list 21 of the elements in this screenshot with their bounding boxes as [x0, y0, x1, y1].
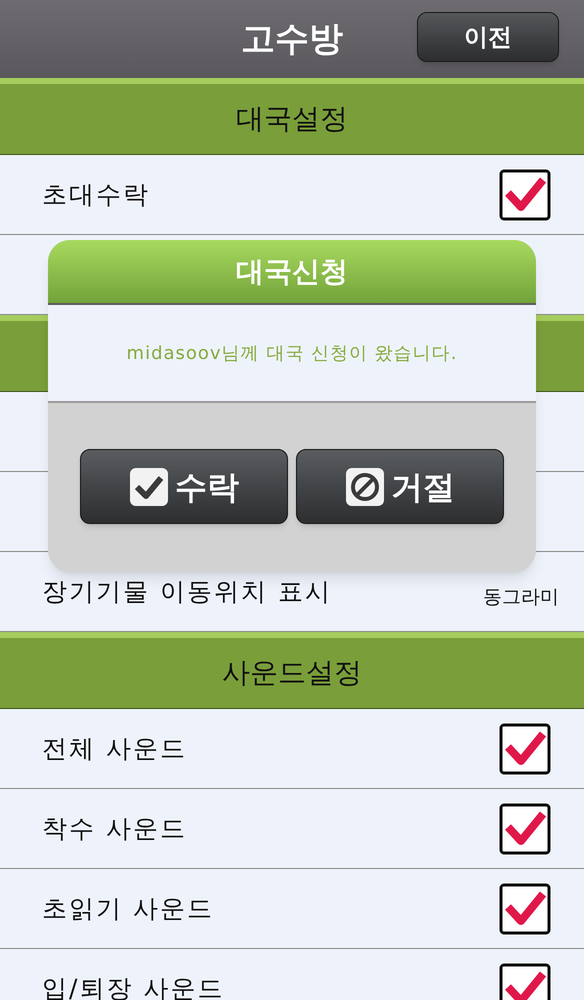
check-icon	[129, 466, 169, 506]
setting-label: 장기기물 이동위치 표시	[42, 576, 332, 608]
setting-label: 전체 사운드	[42, 732, 187, 765]
accept-button[interactable]: 수락	[80, 449, 288, 524]
section-title: 사운드설정	[222, 655, 362, 691]
dialog-title: 대국신청	[236, 254, 348, 290]
screen-title: 고수방	[241, 18, 343, 60]
checkbox[interactable]	[499, 168, 551, 220]
checkbox[interactable]	[499, 722, 551, 774]
checkbox[interactable]	[499, 802, 551, 854]
section-title: 대국설정	[236, 101, 348, 137]
checkbox[interactable]	[499, 962, 551, 1000]
checkbox[interactable]	[499, 882, 551, 934]
setting-label: 초대수락	[42, 178, 150, 211]
setting-label: 착수 사운드	[42, 812, 187, 845]
dialog-message: midasoov님께 대국 신청이 왔습니다.	[126, 342, 458, 366]
back-button[interactable]: 이전	[417, 12, 559, 62]
setting-value[interactable]: 동그라미	[483, 583, 559, 612]
reject-button[interactable]: 거절	[296, 449, 504, 524]
setting-label: 초읽기 사운드	[42, 892, 214, 925]
prohibited-icon	[345, 466, 385, 506]
